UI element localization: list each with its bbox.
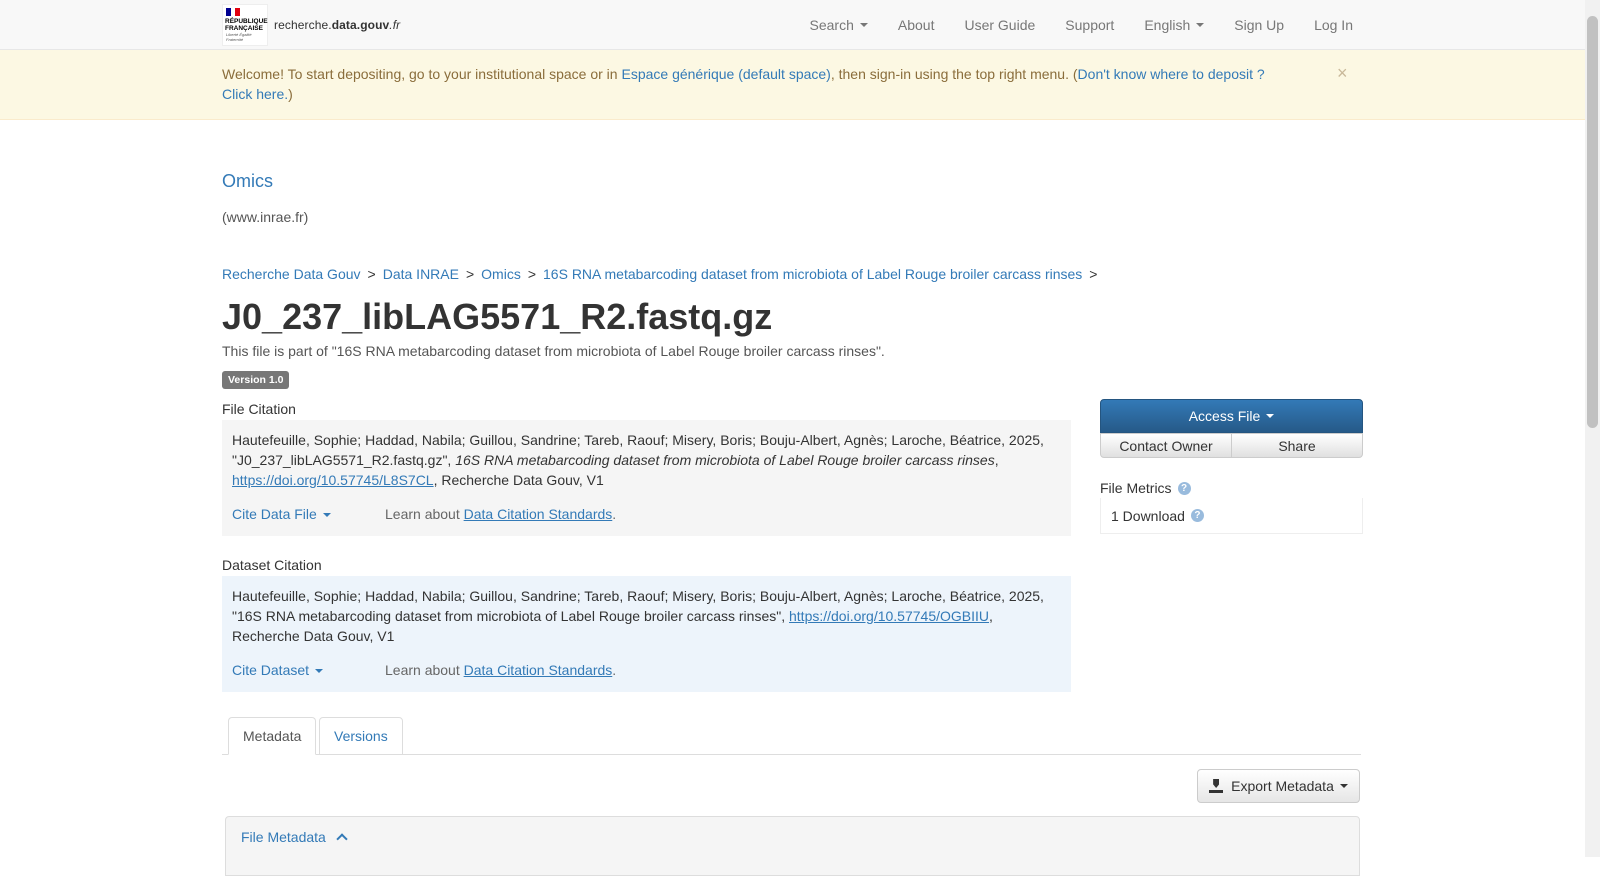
learn-about-text: Learn about Data Citation Standards. — [385, 506, 617, 522]
file-doi-link[interactable]: https://doi.org/10.57745/L8S7CL — [232, 472, 434, 488]
file-citation-text: Hautefeuille, Sophie; Haddad, Nabila; Gu… — [232, 432, 1044, 488]
alert-text: ) — [288, 86, 293, 102]
caret-down-icon — [1266, 414, 1275, 418]
dataverse-name[interactable]: Omics — [222, 171, 273, 192]
cite-dataset-button[interactable]: Cite Dataset — [232, 660, 324, 680]
dataset-citation-actions: Cite Dataset Learn about Data Citation S… — [232, 660, 616, 680]
nav-search[interactable]: Search — [810, 17, 868, 33]
nav-user-guide[interactable]: User Guide — [964, 17, 1035, 33]
marianne-logo: RÉPUBLIQUE FRANÇAISE Liberté Égalité Fra… — [222, 4, 268, 46]
download-count: 1 Download — [1111, 507, 1185, 524]
french-flag-icon — [226, 8, 241, 16]
data-citation-standards-link[interactable]: Data Citation Standards — [464, 662, 613, 678]
site-name: recherche.data.gouv.fr — [274, 18, 401, 32]
scrollbar-thumb[interactable] — [1587, 16, 1598, 428]
file-citation-box: Hautefeuille, Sophie; Haddad, Nabila; Gu… — [222, 420, 1071, 536]
dataset-doi-link[interactable]: https://doi.org/10.57745/OGBIIU — [789, 608, 989, 624]
navbar: RÉPUBLIQUE FRANÇAISE Liberté Égalité Fra… — [0, 0, 1585, 50]
contact-owner-button[interactable]: Contact Owner — [1100, 433, 1232, 458]
file-metadata-panel: File Metadata — [225, 816, 1360, 876]
logo-title: RÉPUBLIQUE FRANÇAISE — [225, 18, 268, 32]
cite-data-file-button[interactable]: Cite Data File — [232, 504, 331, 524]
caret-down-icon — [859, 23, 868, 27]
alert-link-default-space[interactable]: Espace générique (default space) — [621, 66, 830, 82]
alert-text: Welcome! To start depositing, go to your… — [222, 66, 622, 82]
file-metrics-box: 1 Download? — [1100, 498, 1363, 534]
breadcrumb-separator: > — [527, 266, 537, 282]
caret-down-icon — [315, 669, 324, 674]
version-badge: Version 1.0 — [222, 371, 290, 389]
file-parent-note: This file is part of "16S RNA metabarcod… — [222, 343, 885, 359]
nav-support[interactable]: Support — [1065, 17, 1114, 33]
tab-versions[interactable]: Versions — [319, 717, 403, 755]
export-icon — [1209, 779, 1224, 793]
nav-language[interactable]: English — [1144, 17, 1205, 33]
caret-down-icon — [1339, 784, 1348, 788]
close-icon[interactable]: × — [1337, 63, 1348, 83]
learn-about-text: Learn about Data Citation Standards. — [385, 662, 617, 678]
scrollbar[interactable] — [1585, 0, 1600, 857]
export-metadata-button[interactable]: Export Metadata — [1197, 769, 1360, 803]
dataset-citation-box: Hautefeuille, Sophie; Haddad, Nabila; Gu… — [222, 576, 1071, 692]
share-button[interactable]: Share — [1232, 433, 1363, 458]
breadcrumb-item[interactable]: Recherche Data Gouv — [222, 266, 361, 282]
access-file-button[interactable]: Access File — [1100, 399, 1363, 433]
caret-down-icon — [322, 513, 331, 518]
site-logo[interactable]: RÉPUBLIQUE FRANÇAISE Liberté Égalité Fra… — [222, 4, 400, 46]
nav-about[interactable]: About — [898, 17, 935, 33]
breadcrumb: Recherche Data Gouv > Data INRAE > Omics… — [222, 266, 1104, 282]
caret-down-icon — [1196, 23, 1205, 27]
file-tabs: Metadata Versions — [222, 717, 1361, 755]
file-citation-label: File Citation — [222, 401, 296, 417]
nav-sign-up[interactable]: Sign Up — [1234, 17, 1284, 33]
nav-log-in[interactable]: Log In — [1314, 17, 1353, 33]
dataverse-affiliation: (www.inrae.fr) — [222, 209, 309, 225]
breadcrumb-separator: > — [367, 266, 376, 282]
welcome-alert: Welcome! To start depositing, go to your… — [0, 50, 1585, 120]
dataset-citation-label: Dataset Citation — [222, 557, 322, 573]
file-metadata-toggle[interactable]: File Metadata — [241, 829, 348, 845]
nav-menu: Search About User Guide Support English … — [780, 0, 1353, 50]
file-citation-actions: Cite Data File Learn about Data Citation… — [232, 504, 616, 524]
breadcrumb-item[interactable]: Omics — [481, 266, 521, 282]
logo-motto: Liberté Égalité Fraternité — [226, 32, 252, 42]
alert-text: , then sign-in using the top right menu.… — [830, 66, 1078, 82]
file-metrics-title: File Metrics? — [1100, 480, 1191, 496]
dataset-citation-text: Hautefeuille, Sophie; Haddad, Nabila; Gu… — [232, 588, 1044, 644]
data-citation-standards-link[interactable]: Data Citation Standards — [464, 506, 613, 522]
tab-metadata[interactable]: Metadata — [228, 717, 317, 755]
file-action-buttons: Contact Owner Share — [1100, 433, 1363, 458]
breadcrumb-separator: > — [1089, 266, 1098, 282]
chevron-up-icon — [336, 833, 348, 845]
page-title: J0_237_libLAG5571_R2.fastq.gz — [222, 296, 773, 337]
help-icon[interactable]: ? — [1190, 509, 1204, 522]
breadcrumb-separator: > — [465, 266, 475, 282]
help-icon[interactable]: ? — [1177, 481, 1191, 495]
breadcrumb-item[interactable]: 16S RNA metabarcoding dataset from micro… — [543, 266, 1082, 282]
breadcrumb-item[interactable]: Data INRAE — [383, 266, 459, 282]
